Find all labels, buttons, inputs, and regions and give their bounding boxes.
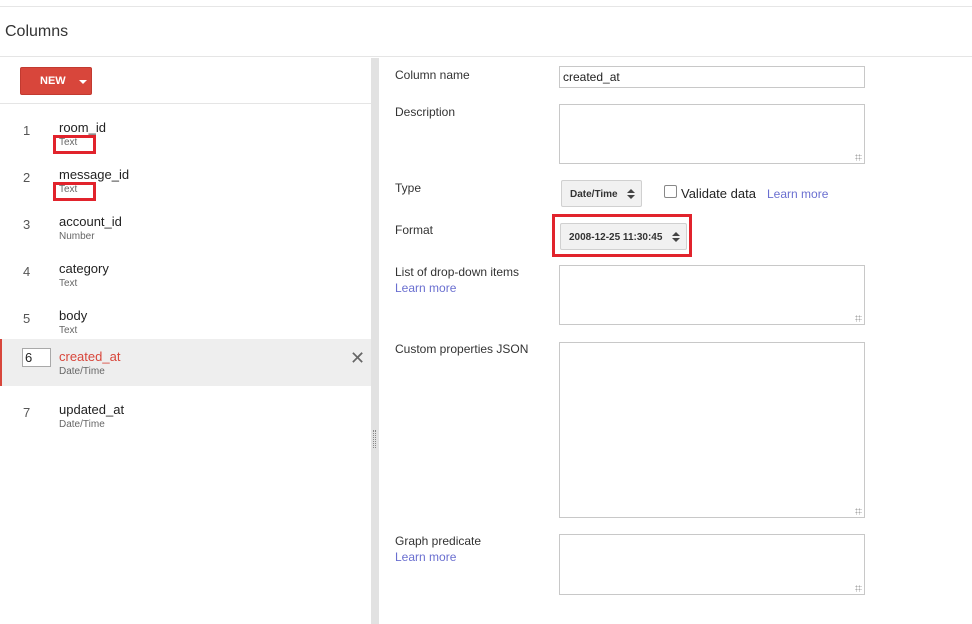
description-label: Description [395,105,456,119]
dropdown-learn-more-link[interactable]: Learn more [395,281,456,295]
resize-handle-icon[interactable] [855,154,862,161]
list-item[interactable]: 5 body Text [0,292,371,339]
resize-handle-icon[interactable] [855,508,862,515]
column-name: category [59,261,109,276]
validate-data-checkbox[interactable] [664,185,677,198]
column-name: created_at [59,349,121,364]
new-button-label: NEW [40,75,66,87]
format-label: Format [395,223,434,237]
graph-learn-more-link[interactable]: Learn more [395,550,456,564]
column-number: 2 [23,170,31,185]
close-icon[interactable]: ✕ [350,349,365,367]
new-column-button[interactable]: NEW [20,67,92,95]
column-number: 1 [23,123,31,138]
highlight-box [53,182,96,201]
column-name-input[interactable]: created_at [559,66,865,88]
type-select[interactable]: Date/Time [561,180,642,207]
dropdown-items-label: List of drop-down items [395,265,520,279]
list-item-selected[interactable]: 6 created_at Date/Time ✕ [0,339,371,386]
description-textarea[interactable] [559,104,865,164]
validate-data-label: Validate data [681,186,756,201]
column-name: message_id [59,167,130,182]
list-item[interactable]: 4 category Text [0,245,371,292]
dropdown-items-textarea[interactable] [559,265,865,325]
custom-json-textarea[interactable] [559,342,865,518]
column-name: body [59,308,88,323]
custom-json-label: Custom properties JSON [395,342,529,356]
column-index-input[interactable]: 6 [22,348,51,367]
list-item[interactable]: 3 account_id Number [0,198,371,245]
column-type: Date/Time [59,419,105,430]
updown-icon [627,189,635,200]
highlight-box [552,214,692,257]
resize-handle-icon[interactable] [855,585,862,592]
graph-predicate-textarea[interactable] [559,534,865,595]
type-label: Type [395,181,422,195]
column-type: Text [59,278,78,289]
drag-handle-icon[interactable] [373,430,376,448]
resize-handle-icon[interactable] [855,315,862,322]
column-number: 5 [23,311,31,326]
column-name: updated_at [59,402,125,417]
type-select-value: Date/Time [570,189,618,200]
page-header: Columns [0,7,972,57]
chevron-down-icon[interactable] [79,80,87,84]
column-type: Text [59,325,78,336]
graph-predicate-label: Graph predicate [395,534,482,548]
column-number: 3 [23,217,31,232]
type-learn-more-link[interactable]: Learn more [767,187,828,201]
panel-splitter[interactable] [371,58,379,624]
list-item[interactable]: 7 updated_at Date/Time [0,386,371,433]
highlight-box [53,135,96,154]
column-number: 7 [23,405,31,420]
column-name-label: Column name [395,68,470,82]
column-type: Date/Time [59,366,105,377]
column-number: 4 [23,264,31,279]
page-title: Columns [5,23,69,40]
column-name: room_id [59,120,106,135]
column-name: account_id [59,214,122,229]
column-type: Number [59,231,95,242]
columns-toolbar: NEW [0,58,371,104]
